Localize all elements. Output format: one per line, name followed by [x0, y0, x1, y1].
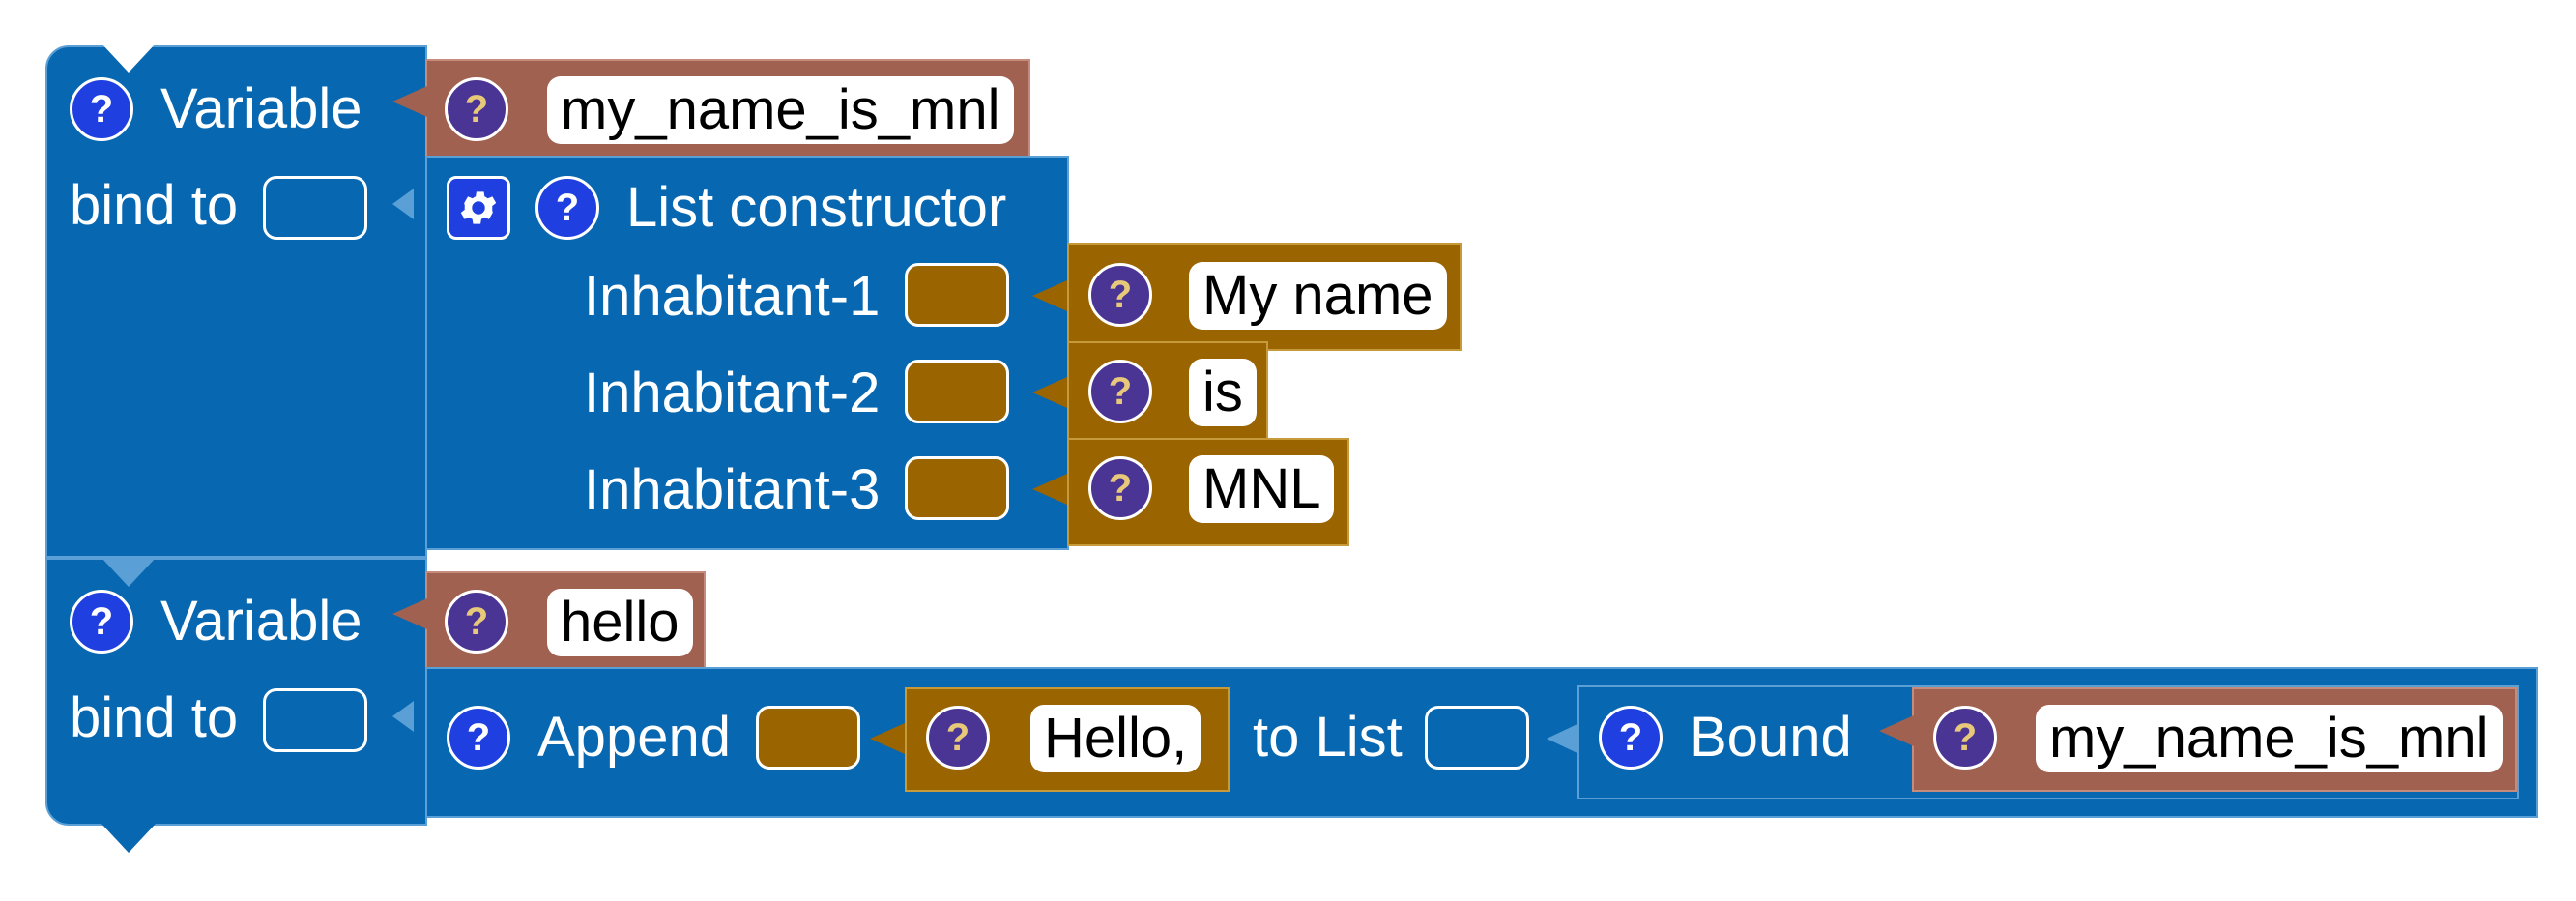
text-field[interactable]: is: [1189, 359, 1257, 426]
bound-block-connector: [1547, 723, 1579, 754]
bind-to-socket[interactable]: [263, 176, 367, 240]
text-field[interactable]: Hello,: [1030, 705, 1201, 772]
help-icon[interactable]: ?: [1088, 263, 1152, 327]
bind-to-connector: [392, 189, 414, 219]
variable-name-field[interactable]: hello: [547, 589, 693, 656]
inhabitant-2-socket[interactable]: [905, 360, 1009, 423]
help-icon[interactable]: ?: [1933, 706, 1997, 770]
block-bottom-notch: [101, 824, 156, 853]
text-field[interactable]: MNL: [1189, 455, 1335, 523]
inhabitant-3-label: Inhabitant-3: [584, 458, 881, 521]
help-icon[interactable]: ?: [926, 706, 990, 770]
text-block-connector: [1032, 474, 1067, 505]
help-icon[interactable]: ?: [1599, 706, 1663, 770]
help-icon[interactable]: ?: [445, 77, 508, 141]
gear-icon[interactable]: [447, 176, 510, 240]
variable-name-connector: [392, 598, 427, 629]
variable-label: Variable: [160, 77, 362, 140]
block-canvas[interactable]: ? Variable bind to ? my_name_is_mnl ? Li…: [0, 0, 2576, 901]
inhabitant-1-socket[interactable]: [905, 263, 1009, 327]
variable-name-field[interactable]: my_name_is_mnl: [2036, 705, 2503, 772]
to-list-socket[interactable]: [1425, 706, 1529, 770]
to-list-label: to List: [1253, 706, 1403, 769]
bind-to-label: bind to: [70, 686, 239, 749]
text-block-connector: [1032, 377, 1067, 408]
help-icon[interactable]: ?: [447, 706, 510, 770]
help-icon[interactable]: ?: [1088, 456, 1152, 520]
variable-name-field[interactable]: my_name_is_mnl: [547, 76, 1014, 144]
help-icon[interactable]: ?: [535, 176, 599, 240]
help-icon[interactable]: ?: [70, 77, 133, 141]
variable-name-connector: [392, 86, 427, 117]
text-block-connector: [1032, 280, 1067, 311]
help-icon[interactable]: ?: [445, 590, 508, 654]
append-value-socket[interactable]: [756, 706, 860, 770]
list-constructor-label: List constructor: [626, 176, 1007, 239]
bind-to-label: bind to: [70, 174, 239, 237]
text-block-connector: [870, 723, 905, 754]
help-icon[interactable]: ?: [1088, 360, 1152, 423]
variable-label: Variable: [160, 590, 362, 653]
block-top-notch: [101, 44, 156, 73]
block-top-notch: [101, 558, 156, 587]
text-field[interactable]: My name: [1189, 262, 1447, 330]
bind-to-connector: [392, 701, 414, 732]
append-label: Append: [537, 706, 731, 769]
variable-name-connector: [1879, 715, 1914, 746]
bind-to-socket[interactable]: [263, 688, 367, 752]
inhabitant-2-label: Inhabitant-2: [584, 362, 881, 424]
inhabitant-3-socket[interactable]: [905, 456, 1009, 520]
bound-label: Bound: [1690, 706, 1852, 769]
inhabitant-1-label: Inhabitant-1: [584, 265, 881, 328]
help-icon[interactable]: ?: [70, 590, 133, 654]
